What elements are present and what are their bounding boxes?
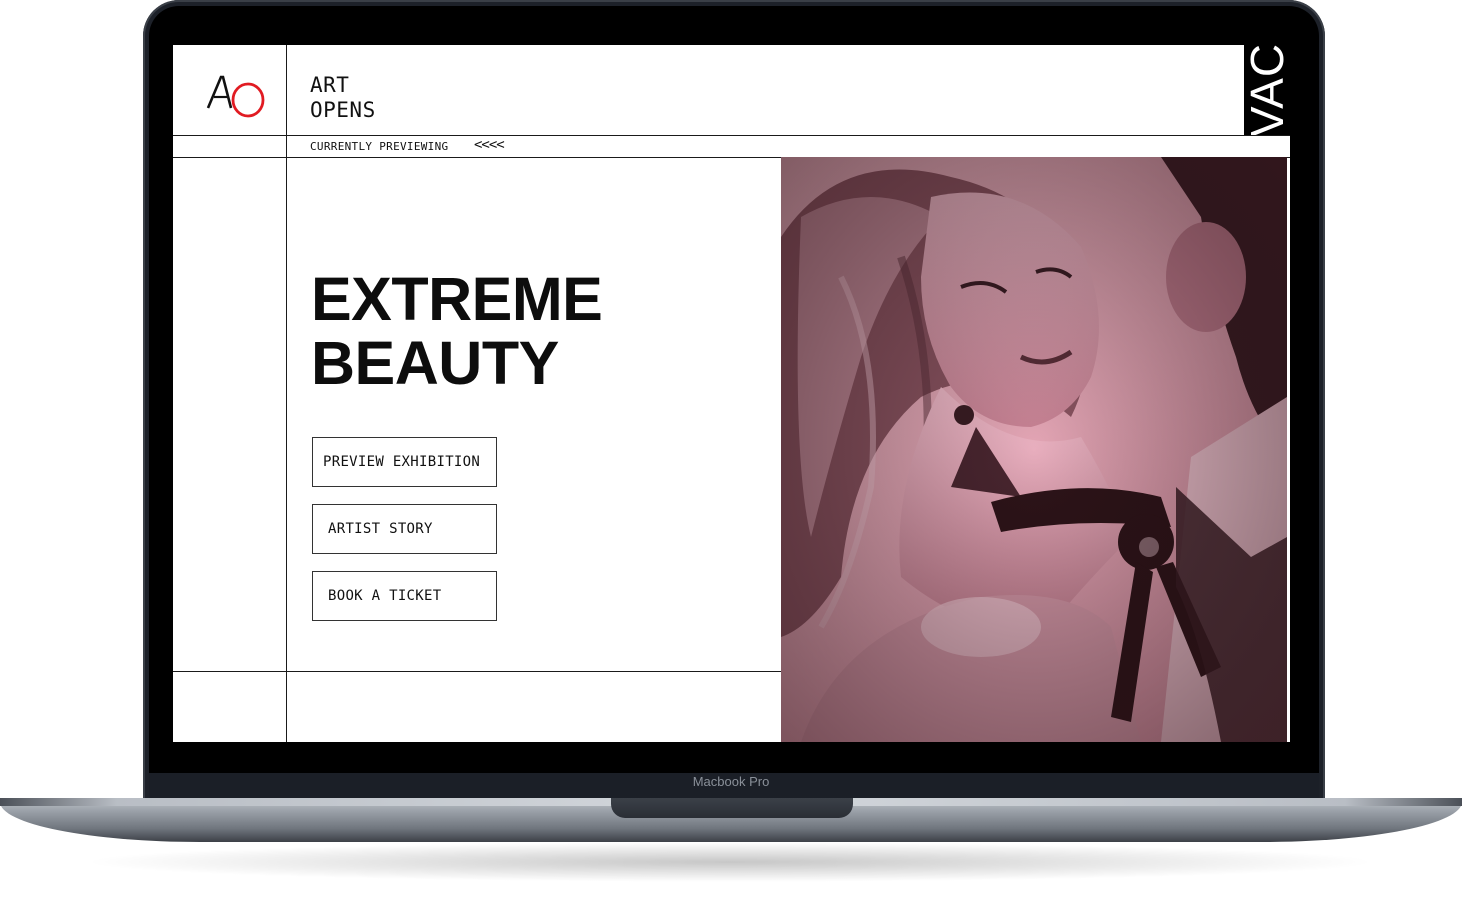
brand-line-2: OPENS	[310, 98, 376, 122]
website-screen: ART OPENS CURRENTLY PREVIEWING <<<< VAC …	[173, 45, 1290, 742]
headline-line-2: BEAUTY	[311, 329, 559, 397]
brand-name[interactable]: ART OPENS	[310, 73, 376, 123]
brand-line-1: ART	[310, 73, 350, 97]
artist-story-button[interactable]: ARTIST STORY	[312, 504, 497, 554]
laptop-notch	[611, 798, 853, 818]
ao-logo[interactable]	[205, 71, 267, 121]
hero-headline: EXTREME BEAUTY	[311, 265, 603, 397]
headline-line-1: EXTREME	[311, 265, 603, 333]
laptop-shadow	[80, 842, 1380, 882]
button-label: PREVIEW EXHIBITION	[323, 454, 481, 470]
grid-line-header	[173, 135, 1290, 136]
laptop-mockup: Macbook Pro ART OPENS CURRENTLY PREVIEWI…	[0, 0, 1462, 902]
button-label: ARTIST STORY	[328, 521, 433, 537]
button-label: BOOK A TICKET	[328, 588, 442, 604]
side-tab[interactable]: VAC	[1244, 45, 1290, 135]
exhibition-photo	[781, 157, 1287, 742]
side-tab-label: VAC	[1244, 45, 1290, 135]
photo-illustration	[781, 157, 1287, 742]
grid-line-vertical	[286, 45, 287, 742]
device-label: Macbook Pro	[692, 774, 770, 789]
book-ticket-button[interactable]: BOOK A TICKET	[312, 571, 497, 621]
preview-exhibition-button[interactable]: PREVIEW EXHIBITION	[312, 437, 497, 487]
grid-line-footer	[173, 671, 781, 672]
back-arrows-icon[interactable]: <<<<	[474, 137, 505, 153]
currently-previewing-label: CURRENTLY PREVIEWING	[310, 140, 449, 153]
